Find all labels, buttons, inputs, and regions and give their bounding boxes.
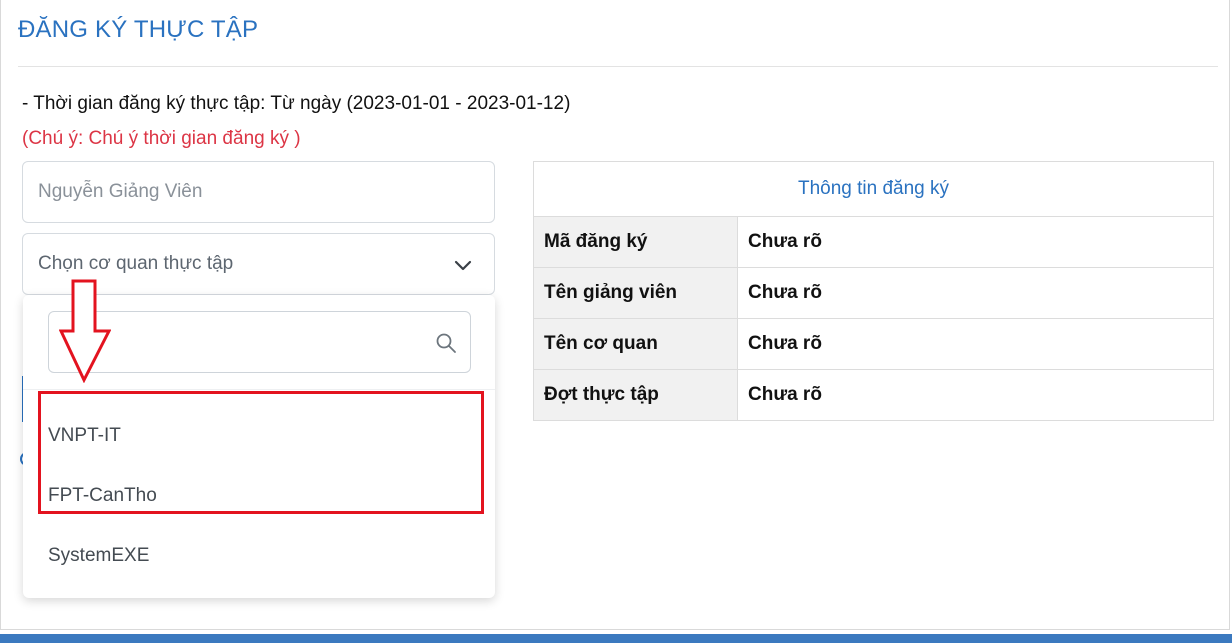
dropdown-option-systemexe[interactable]: SystemEXE [48,545,149,567]
registration-card: ĐĂNG KÝ THỰC TẬP - Thời gian đăng ký thự… [0,0,1230,630]
dropdown-search-input[interactable] [48,311,471,373]
row-value-agency-name: Chưa rõ [737,318,1214,370]
registration-period: - Thời gian đăng ký thực tập: Từ ngày (2… [22,93,571,114]
table-row: Tên cơ quan Chưa rõ [533,318,1214,370]
page-title: ĐĂNG KÝ THỰC TẬP [18,16,259,43]
row-label-internship-period: Đợt thực tập [533,369,738,421]
row-label-agency-name: Tên cơ quan [533,318,738,370]
info-table-header: Thông tin đăng ký [533,161,1214,217]
registration-info-table: Thông tin đăng ký Mã đăng ký Chưa rõ Tên… [533,161,1214,421]
table-row: Mã đăng ký Chưa rõ [533,216,1214,268]
lecturer-name-field[interactable]: Nguyễn Giảng Viên [22,161,495,223]
table-row: Tên giảng viên Chưa rõ [533,267,1214,319]
row-value-internship-period: Chưa rõ [737,369,1214,421]
down-arrow-icon [59,279,111,383]
agency-select-label: Chọn cơ quan thực tập [38,253,234,274]
row-label-registration-code: Mã đăng ký [533,216,738,268]
row-label-lecturer-name: Tên giảng viên [533,267,738,319]
annotation-highlight-box [38,391,484,514]
title-divider [18,66,1218,67]
table-row: Đợt thực tập Chưa rõ [533,369,1214,421]
dropdown-divider [23,389,495,390]
chevron-down-icon[interactable] [452,254,474,276]
lecturer-name-placeholder: Nguyễn Giảng Viên [38,181,203,202]
row-value-registration-code: Chưa rõ [737,216,1214,268]
registration-note: (Chú ý: Chú ý thời gian đăng ký ) [22,128,301,149]
bottom-bar [0,634,1232,643]
row-value-lecturer-name: Chưa rõ [737,267,1214,319]
search-icon [436,333,456,353]
